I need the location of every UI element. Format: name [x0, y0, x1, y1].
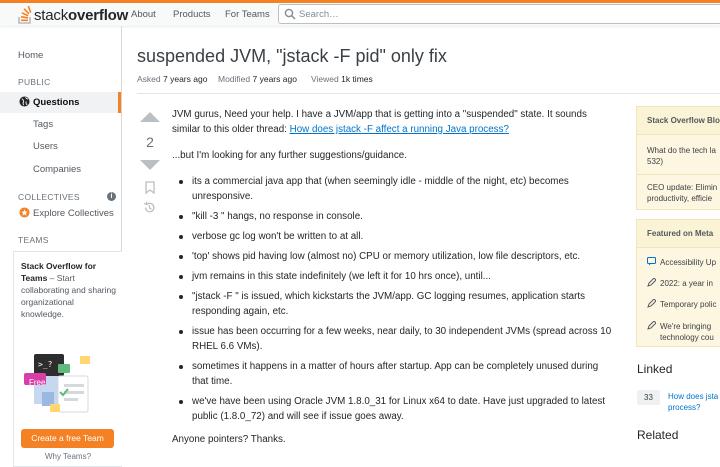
info-icon[interactable]: i: [107, 192, 116, 201]
asked-meta: Asked 7 years ago: [137, 74, 208, 84]
why-teams-link[interactable]: Why Teams?: [14, 452, 122, 461]
upvote-button[interactable]: [140, 112, 160, 122]
list-item: "jstack -F " is issued, which kickstarts…: [172, 289, 612, 319]
meta-link-cont[interactable]: technology cou: [660, 332, 714, 343]
list-item: verbose gc log won't be written to at al…: [172, 229, 612, 244]
chat-bubble-icon: [647, 257, 656, 266]
meta-link[interactable]: Accessibility Up: [647, 257, 716, 268]
list-item: 'top' shows pid having low (almost no) C…: [172, 249, 612, 264]
pencil-icon: [647, 299, 656, 308]
blog-link[interactable]: CEO update: Elimin: [647, 182, 717, 193]
sidebar-item-home[interactable]: Home: [18, 50, 43, 61]
globe-icon: [19, 96, 30, 107]
list-item: we've have been using Oracle JVM 1.8.0_3…: [172, 394, 612, 424]
related-heading: Related: [637, 428, 679, 442]
search-box[interactable]: [278, 4, 720, 24]
linked-question-link[interactable]: How does jsta process?: [668, 391, 720, 413]
stackoverflow-logo[interactable]: stackoverflow: [18, 4, 128, 26]
linked-vote-count: 33: [637, 390, 660, 405]
question-title[interactable]: suspended JVM, "jstack -F pid" only fix: [137, 46, 447, 67]
blog-link-cont[interactable]: productivity, efficie: [647, 193, 712, 204]
sidebar-item-tags[interactable]: Tags: [33, 119, 53, 130]
pencil-icon: [647, 278, 656, 287]
top-bar: stackoverflow About Products For Teams: [0, 0, 720, 26]
collectives-star-icon: [19, 207, 30, 218]
sidebar-heading-teams: TEAMS: [18, 235, 49, 245]
bookmark-icon[interactable]: [145, 181, 155, 194]
sidebar-item-companies[interactable]: Companies: [33, 164, 81, 175]
meta-link[interactable]: Temporary polic: [647, 299, 716, 310]
blog-divider: [637, 174, 720, 175]
symptom-list: its a commercial java app that (when see…: [172, 174, 612, 424]
nav-for-teams[interactable]: For Teams: [225, 9, 270, 20]
post-intro: JVM gurus, Need your help. I have a JVM/…: [172, 109, 587, 135]
logo-text: stackoverflow: [34, 6, 129, 24]
svg-text:>_?: >_?: [38, 360, 53, 369]
related-thread-link[interactable]: How does jstack -F affect a running Java…: [290, 124, 509, 135]
modified-meta: Modified 7 years ago: [218, 74, 297, 84]
list-item: its a commercial java app that (when see…: [172, 174, 612, 204]
nav-about[interactable]: About: [131, 9, 156, 20]
free-badge: Free: [29, 378, 46, 387]
blog-heading: Stack Overflow Blog: [637, 107, 720, 135]
blog-link-cont[interactable]: 532): [647, 156, 663, 167]
pencil-icon: [647, 321, 656, 330]
teams-promo-text: Stack Overflow for Teams – Start collabo…: [21, 260, 119, 320]
blog-link[interactable]: What do the tech la: [647, 145, 716, 156]
list-item: sometimes it happens in a matter of hour…: [172, 359, 612, 389]
post-closing: Anyone pointers? Thanks.: [172, 434, 286, 445]
nav-products[interactable]: Products: [173, 9, 211, 20]
history-icon[interactable]: [143, 201, 156, 214]
meta-link[interactable]: We're bringing: [647, 321, 711, 332]
list-item: "kill -3 " hangs, no response in console…: [172, 209, 612, 224]
search-icon: [284, 8, 296, 20]
viewed-meta: Viewed 1k times: [311, 74, 373, 84]
linked-heading: Linked: [637, 362, 673, 376]
vote-count: 2: [146, 134, 154, 150]
sidebar-item-users[interactable]: Users: [33, 141, 58, 152]
overflow-blog-widget: Stack Overflow Blog What do the tech la …: [636, 106, 720, 210]
create-free-team-button[interactable]: Create a free Team: [21, 429, 114, 448]
left-sidebar: Home PUBLIC Questions Tags Users Compani…: [0, 26, 122, 467]
meta-link[interactable]: 2022: a year in: [647, 278, 713, 289]
question-body: JVM gurus, Need your help. I have a JVM/…: [172, 107, 612, 458]
list-item: jvm remains in this state indefinitely (…: [172, 269, 612, 284]
sidebar-heading-collectives: COLLECTIVES: [18, 192, 80, 202]
teams-promo-card: Stack Overflow for Teams – Start collabo…: [13, 251, 122, 467]
search-input[interactable]: [299, 6, 719, 22]
list-item: issue has been occurring for a few weeks…: [172, 324, 612, 354]
featured-meta-widget: Featured on Meta Accessibility Up 2022: …: [636, 219, 720, 347]
sidebar-item-explore-collectives[interactable]: Explore Collectives: [33, 208, 114, 219]
title-divider: [137, 93, 720, 94]
downvote-button[interactable]: [140, 160, 160, 170]
post-followup: ...but I'm looking for any further sugge…: [172, 150, 407, 161]
sidebar-item-questions-label: Questions: [33, 97, 80, 108]
stack-logo-icon: [18, 6, 32, 24]
featured-meta-heading: Featured on Meta: [637, 220, 720, 248]
sidebar-heading-public: PUBLIC: [18, 77, 51, 87]
